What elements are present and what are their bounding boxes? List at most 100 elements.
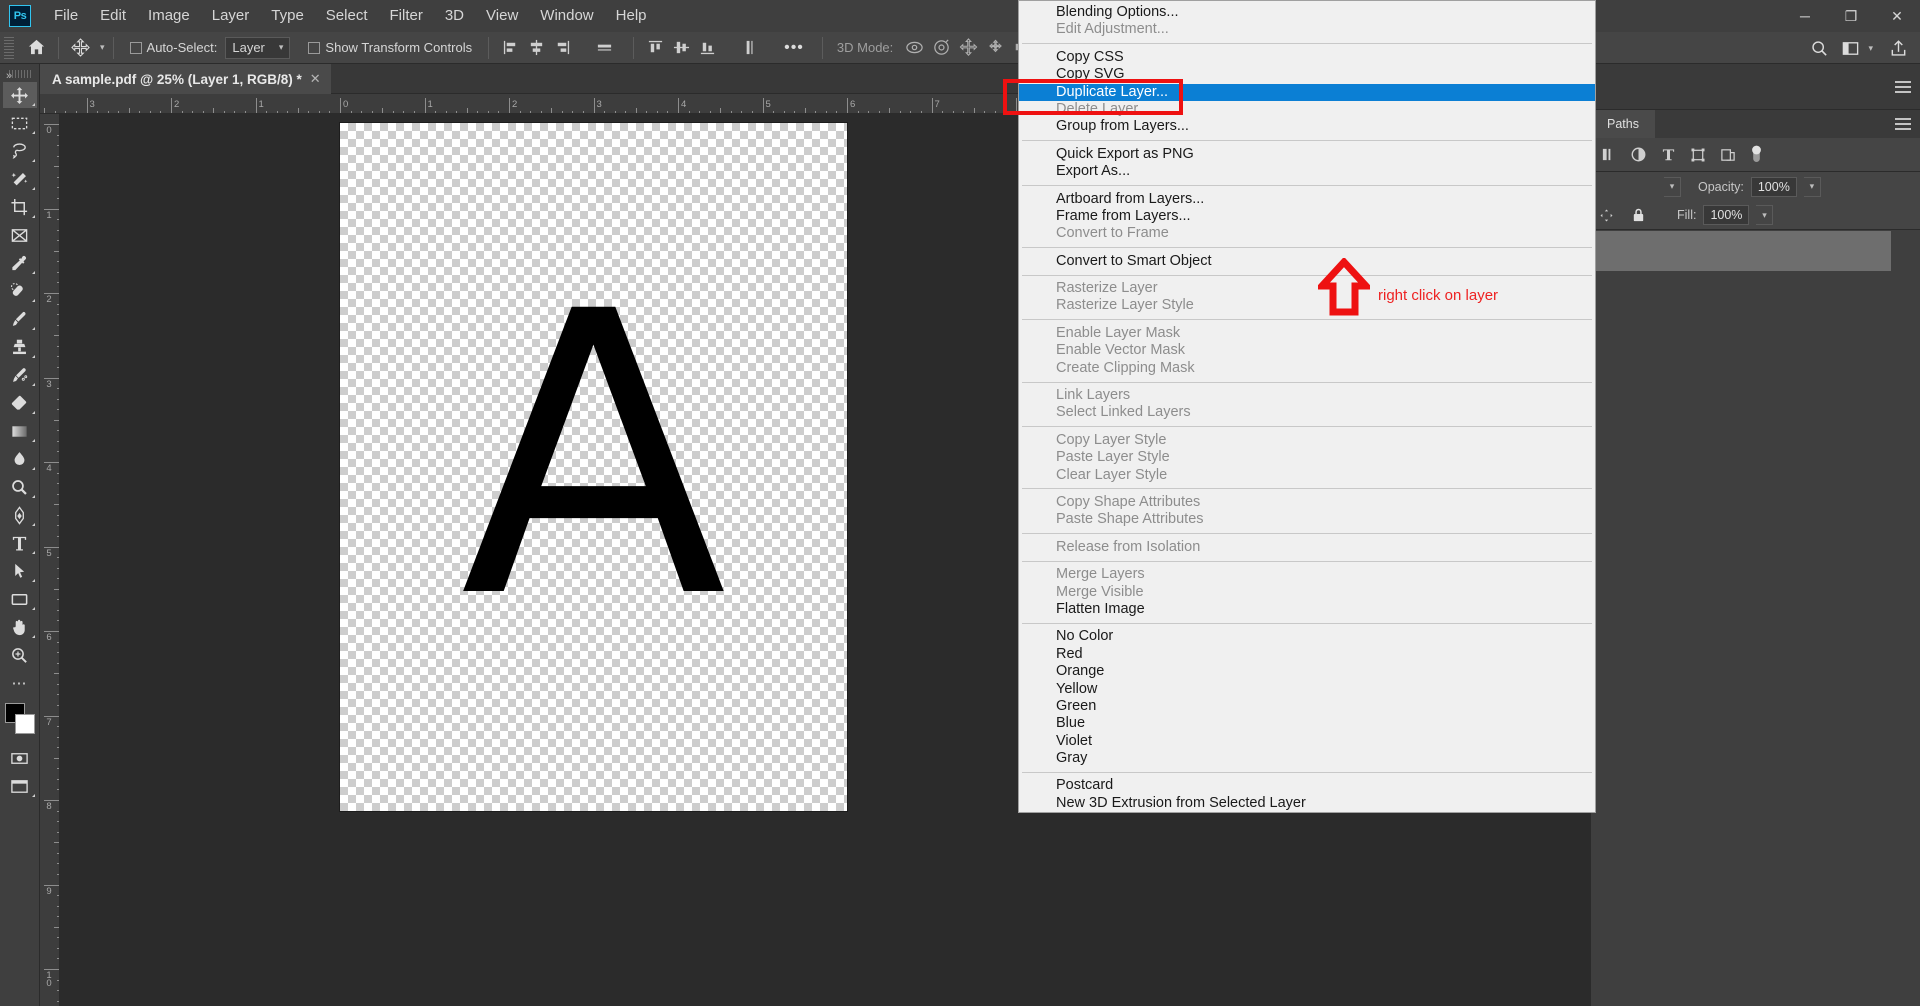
context-menu-item[interactable]: Flatten Image: [1019, 601, 1595, 618]
move-tool-icon[interactable]: [67, 35, 94, 61]
lock-all-icon[interactable]: [1631, 207, 1646, 224]
spot-healing-brush-tool[interactable]: [3, 278, 37, 304]
context-menu-item[interactable]: Red: [1019, 646, 1595, 663]
menu-type[interactable]: Type: [260, 2, 315, 30]
magic-wand-tool[interactable]: [3, 166, 37, 192]
context-menu-item[interactable]: Violet: [1019, 733, 1595, 750]
opacity-value[interactable]: 100%: [1750, 176, 1797, 197]
3d-rotate-icon[interactable]: [901, 35, 928, 61]
opacity-caret-icon[interactable]: ▾: [1803, 176, 1821, 197]
document-tab[interactable]: A sample.pdf @ 25% (Layer 1, RGB/8) * ✕: [40, 64, 331, 94]
context-menu-item[interactable]: Green: [1019, 698, 1595, 715]
arrange-documents-icon[interactable]: [1837, 35, 1864, 61]
rectangle-tool[interactable]: [3, 586, 37, 612]
tool-preset-caret-icon[interactable]: ▾: [100, 42, 105, 53]
show-transform-checkbox[interactable]: [308, 41, 321, 54]
menu-window[interactable]: Window: [529, 2, 604, 30]
home-icon[interactable]: [23, 35, 50, 61]
lock-position-icon[interactable]: [1599, 208, 1614, 223]
artboard-transparent-checker[interactable]: A: [340, 123, 847, 811]
align-top-edges-icon[interactable]: [642, 35, 668, 61]
eraser-tool[interactable]: [3, 390, 37, 416]
3d-slide-icon[interactable]: [982, 35, 1009, 61]
auto-select-dropdown[interactable]: Layer ▾: [225, 36, 291, 59]
context-menu-item[interactable]: Gray: [1019, 750, 1595, 767]
context-menu-item[interactable]: Copy SVG: [1019, 66, 1595, 83]
frame-tool[interactable]: [3, 222, 37, 248]
align-vertical-centers-icon[interactable]: [668, 35, 694, 61]
context-menu-item[interactable]: Blue: [1019, 715, 1595, 732]
context-menu-item[interactable]: Artboard from Layers...: [1019, 191, 1595, 208]
brush-tool[interactable]: [3, 306, 37, 332]
search-icon[interactable]: [1806, 35, 1833, 61]
screen-mode-toggle[interactable]: [3, 773, 37, 799]
pen-tool[interactable]: [3, 502, 37, 528]
eyedropper-tool[interactable]: [3, 250, 37, 276]
context-menu-item[interactable]: Yellow: [1019, 681, 1595, 698]
filter-shape-icon[interactable]: [1690, 147, 1706, 163]
align-bottom-edges-icon[interactable]: [694, 35, 720, 61]
restore-button[interactable]: ❐: [1828, 0, 1874, 32]
context-menu-item[interactable]: Blending Options...: [1019, 4, 1595, 21]
distribute-horizontal-icon[interactable]: [591, 35, 617, 61]
clone-stamp-tool[interactable]: [3, 334, 37, 360]
3d-pan-icon[interactable]: [955, 35, 982, 61]
menu-image[interactable]: Image: [137, 2, 201, 30]
menu-layer[interactable]: Layer: [201, 2, 261, 30]
close-icon[interactable]: ✕: [310, 71, 321, 87]
distribute-vertical-icon[interactable]: [736, 35, 762, 61]
context-menu-item[interactable]: Group from Layers...: [1019, 118, 1595, 135]
collapse-panel-icon[interactable]: »: [6, 70, 12, 82]
context-menu-item[interactable]: Postcard: [1019, 777, 1595, 794]
minimize-button[interactable]: ─: [1782, 0, 1828, 32]
crop-tool[interactable]: [3, 194, 37, 220]
zoom-tool[interactable]: [3, 642, 37, 668]
context-menu-item[interactable]: No Color: [1019, 628, 1595, 645]
more-options-button[interactable]: •••: [780, 35, 808, 61]
context-menu-item[interactable]: Duplicate Layer...: [1019, 83, 1595, 101]
menu-3d[interactable]: 3D: [434, 2, 475, 30]
gradient-tool[interactable]: [3, 418, 37, 444]
panel-options-menu-icon[interactable]: [1895, 118, 1911, 130]
background-color-swatch[interactable]: [14, 714, 35, 734]
blur-tool[interactable]: [3, 446, 37, 472]
filter-adjustment-icon[interactable]: [1630, 146, 1647, 163]
menu-view[interactable]: View: [475, 2, 529, 30]
context-menu-item[interactable]: Frame from Layers...: [1019, 208, 1595, 225]
tab-paths[interactable]: Paths: [1591, 110, 1655, 138]
context-menu-item[interactable]: Convert to Smart Object: [1019, 253, 1595, 270]
menu-filter[interactable]: Filter: [379, 2, 434, 30]
filter-pixels-icon[interactable]: [1601, 147, 1616, 162]
context-menu-item[interactable]: Export As...: [1019, 163, 1595, 180]
quick-mask-toggle[interactable]: [3, 745, 37, 771]
align-horizontal-centers-icon[interactable]: [523, 35, 549, 61]
context-menu-item[interactable]: Quick Export as PNG: [1019, 146, 1595, 163]
edit-toolbar-tool[interactable]: ⋯: [3, 670, 37, 696]
menu-help[interactable]: Help: [605, 2, 658, 30]
close-button[interactable]: ✕: [1874, 0, 1920, 32]
vertical-ruler[interactable]: 01234567891 01 1: [40, 114, 60, 1006]
type-tool[interactable]: [3, 530, 37, 556]
menu-file[interactable]: File: [43, 2, 89, 30]
move-tool[interactable]: [2, 82, 37, 108]
context-menu-item[interactable]: Orange: [1019, 663, 1595, 680]
filter-type-icon[interactable]: [1661, 147, 1676, 162]
blend-mode-caret-icon[interactable]: ▾: [1664, 176, 1681, 197]
menu-edit[interactable]: Edit: [89, 2, 137, 30]
context-menu-item[interactable]: Copy CSS: [1019, 49, 1595, 66]
menu-select[interactable]: Select: [315, 2, 379, 30]
fill-caret-icon[interactable]: ▾: [1756, 205, 1774, 225]
lasso-tool[interactable]: [3, 138, 37, 164]
hand-tool[interactable]: [3, 614, 37, 640]
align-left-edges-icon[interactable]: [497, 35, 523, 61]
filter-smart-object-icon[interactable]: [1720, 147, 1736, 163]
panel-top-menu-icon[interactable]: [1895, 80, 1911, 93]
arrange-caret-icon[interactable]: ▾: [1868, 43, 1873, 54]
share-icon[interactable]: [1885, 35, 1912, 61]
options-bar-grip[interactable]: [4, 36, 14, 59]
rectangular-marquee-tool[interactable]: [3, 110, 37, 136]
3d-roll-icon[interactable]: [928, 35, 955, 61]
layer-row-selected[interactable]: [1591, 231, 1891, 271]
path-selection-tool[interactable]: [3, 558, 37, 584]
filter-toggle-switch[interactable]: [1750, 145, 1763, 164]
